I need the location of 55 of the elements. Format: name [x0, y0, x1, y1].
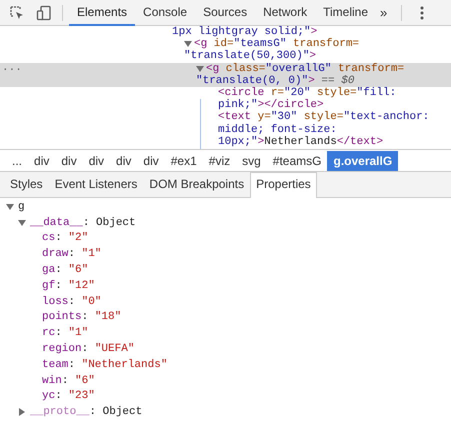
property-entry: rc: "1": [42, 327, 88, 340]
code-line: <g class="overallG" transform=: [206, 62, 404, 75]
code-line: "translate(0, 0)"> == $0: [196, 74, 354, 87]
property-key: g: [18, 200, 25, 213]
property-entry: team: "Netherlands": [42, 358, 168, 371]
selected-marker: ...: [2, 62, 22, 73]
sidebar-tab[interactable]: Properties: [250, 172, 317, 198]
breadcrumb[interactable]: svg: [236, 150, 267, 170]
expand-toggle-icon[interactable]: [6, 202, 14, 211]
panel-tab[interactable]: Console: [135, 0, 196, 26]
panel-tab[interactable]: Network: [255, 0, 316, 26]
property-entry: cs: "2": [42, 232, 88, 244]
breadcrumb[interactable]: g.overallG: [327, 150, 398, 170]
selected-node-row[interactable]: ... <g class="overallG" transform= "translate(0, 0)"> == $0: [0, 62, 451, 88]
inspect-icon[interactable]: [9, 4, 25, 20]
more-tabs-button[interactable]: »: [376, 5, 394, 20]
expand-toggle-icon[interactable]: [18, 218, 26, 227]
property-entry: yc: "23": [42, 390, 95, 402]
breadcrumb[interactable]: #teamsG: [266, 150, 328, 170]
code-line: <circle r="20" style="fill:: [218, 87, 396, 100]
code-line: "translate(50,300)">: [184, 50, 316, 62]
property-entry: win: "6": [42, 374, 95, 387]
panel-tab[interactable]: Elements: [69, 0, 136, 26]
breadcrumb[interactable]: ...: [6, 150, 28, 170]
breadcrumb[interactable]: #viz: [202, 150, 236, 170]
code-line: middle; font-size:: [218, 124, 337, 136]
expand-toggle-icon[interactable]: [18, 408, 26, 416]
panel-tab[interactable]: Sources: [195, 0, 256, 26]
breadcrumb[interactable]: #ex1: [164, 150, 203, 170]
breadcrumb[interactable]: div: [110, 150, 138, 170]
breadcrumb[interactable]: div: [82, 150, 110, 170]
sidebar-tab[interactable]: DOM Breakpoints: [143, 172, 250, 197]
device-icon[interactable]: [36, 4, 52, 20]
breadcrumb[interactable]: div: [137, 150, 165, 170]
panel-tab[interactable]: Timeline: [315, 0, 376, 26]
code-line: <text y="30" style="text-anchor:: [218, 111, 430, 124]
code-line: 1px lightgray solid;">: [172, 26, 318, 38]
code-line: 10px;">Netherlands</text>: [218, 136, 384, 148]
breadcrumb[interactable]: div: [55, 150, 83, 170]
sidebar-tab[interactable]: Event Listeners: [48, 172, 144, 197]
code-line: pink;"></circle>: [218, 99, 324, 112]
breadcrumb[interactable]: div: [28, 150, 56, 170]
property-entry: __proto__: Object: [30, 406, 142, 418]
expand-toggle-icon[interactable]: [196, 64, 204, 73]
property-entry: ga: "6": [42, 264, 88, 276]
property-entry: gf: "12": [42, 280, 95, 292]
sidebar-tab[interactable]: Styles: [4, 172, 49, 197]
menu-icon[interactable]: [420, 6, 424, 20]
property-entry: draw: "1": [42, 248, 102, 260]
property-entry: points: "18": [42, 311, 122, 324]
property-entry: __data__: Object: [30, 216, 136, 229]
expand-toggle-icon[interactable]: [184, 40, 192, 48]
code-line: <g id="teamsG" transform=: [194, 38, 360, 50]
property-entry: region: "UEFA": [42, 343, 134, 356]
property-entry: loss: "0": [42, 296, 102, 308]
